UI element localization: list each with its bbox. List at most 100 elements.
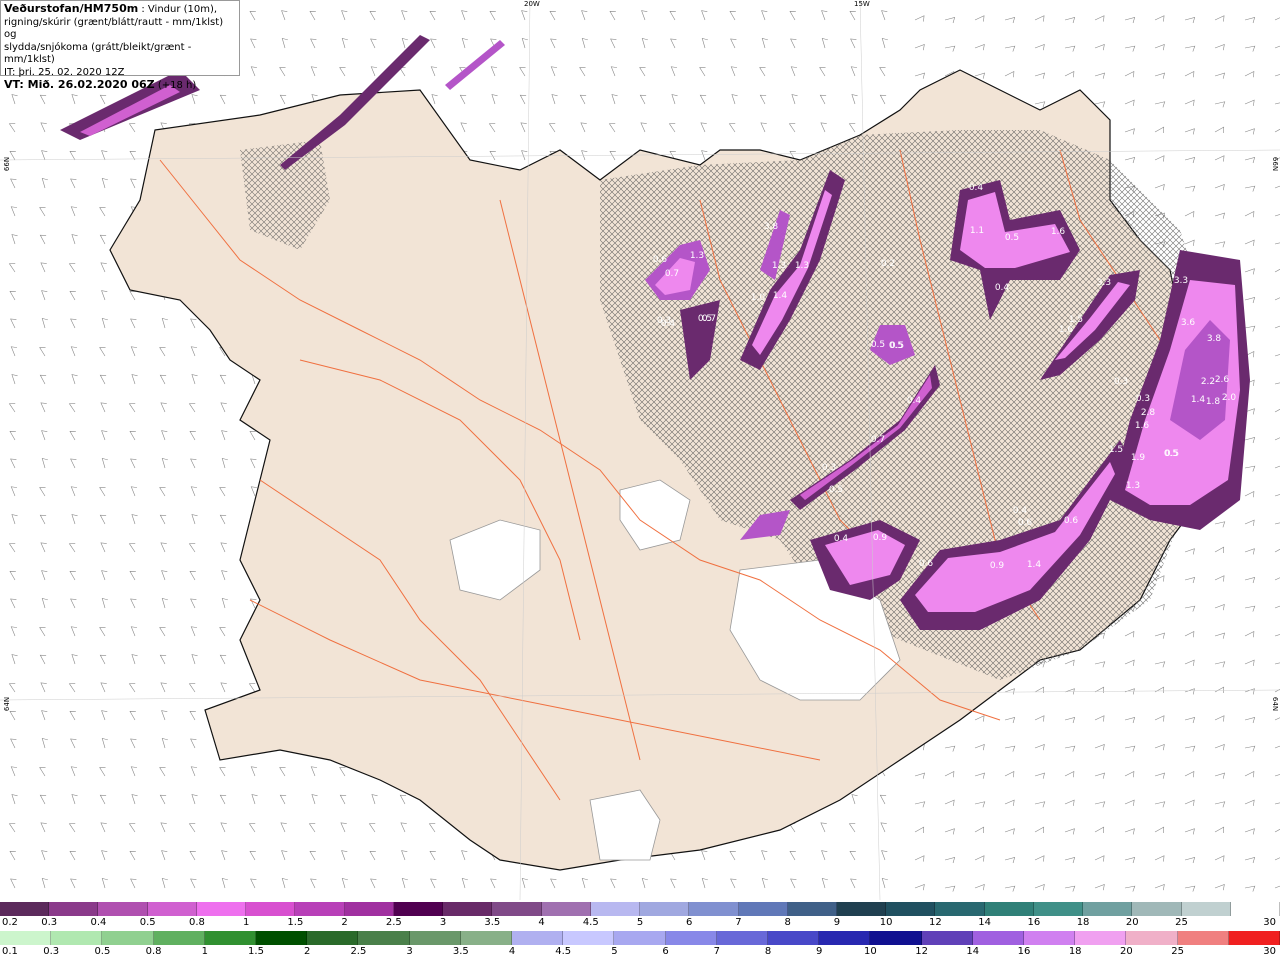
colorbar-cell	[1132, 902, 1182, 916]
colorbar-cell	[689, 902, 739, 916]
colorbar-tick-label: 3	[406, 946, 413, 957]
precip-value-label: 0.5	[871, 340, 885, 350]
colorbar-tick-label: 0.4	[90, 917, 107, 928]
precip-value-label: 0.4	[995, 283, 1010, 293]
colorbar-cell	[640, 902, 690, 916]
precip-value-label: 2.8	[1141, 408, 1156, 418]
valid-time: VT: Mið. 26.02.2020 06Z	[4, 78, 155, 91]
colorbar-tick-label: 12	[915, 946, 928, 957]
colorbar-cell	[307, 931, 359, 945]
lon-label-20w: 20W	[524, 0, 540, 8]
colorbar-cell	[358, 931, 410, 945]
colorbar-cell	[563, 931, 615, 945]
precip-value-label: 0.6	[919, 559, 934, 569]
legend-area: 0.2 0.3 0.4 0.5 0.8 1 1.5 2 2.5 3 3.5 4 4.5 5 6 7 8 9 10 12…	[0, 902, 1280, 960]
colorbar-cell	[665, 931, 717, 945]
precip-value-label: 0.3	[822, 463, 836, 473]
colorbar-cell	[460, 931, 513, 945]
colorbar-tick-label: 1	[242, 917, 250, 928]
colorbar-cell	[768, 931, 820, 945]
precip-value-label: 1.3	[772, 261, 786, 271]
precip-value-label: 0.5	[829, 485, 843, 495]
lat-label-64n-left: 64N	[3, 696, 12, 712]
colorbar-cell	[921, 931, 973, 945]
colorbar-cell	[409, 931, 461, 945]
precip-value-label: 0.5	[889, 341, 903, 351]
precip-value-label: 1.6	[1059, 325, 1074, 335]
colorbar-tick-label: 7	[735, 917, 742, 928]
precip-value-label: 0.9	[990, 561, 1005, 571]
precip-value-label: 1.0	[751, 293, 766, 303]
colorbar-cell	[512, 931, 564, 945]
colorbar-cell	[716, 931, 769, 945]
precip-value-label: 0.9	[873, 533, 888, 543]
precip-value-label: 1.4	[1027, 560, 1042, 570]
colorbar-tick-label: 1.5	[248, 946, 264, 957]
colorbar-cell	[1083, 902, 1133, 916]
colorbar-cell	[1181, 902, 1231, 916]
colorbar-tick-label: 2.5	[385, 917, 402, 928]
colorbar-tick-label: 9	[833, 917, 841, 928]
colorbar-tick-label: 8	[784, 917, 791, 928]
colorbar-cell	[0, 931, 52, 945]
colorbar-cell	[984, 902, 1034, 916]
map-title-box: Veðurstofan/HM750m : Vindur (10m), rigni…	[0, 0, 240, 91]
colorbar-tick-label: 30	[1263, 946, 1276, 957]
colorbar-tick-label: 7	[713, 946, 720, 957]
snow-colorbar	[0, 902, 1280, 916]
colorbar-cell	[1177, 931, 1229, 945]
colorbar-tick-label: 14	[966, 946, 980, 957]
colorbar-cell	[870, 931, 922, 945]
colorbar-tick-label: 9	[816, 946, 823, 957]
colorbar-tick-label: 2.5	[350, 946, 367, 957]
colorbar-cell	[295, 902, 345, 916]
colorbar-cell	[49, 902, 99, 916]
colorbar-tick-label: 12	[929, 917, 942, 928]
precip-value-label: 0.6	[1064, 516, 1079, 526]
colorbar-tick-label: 20	[1120, 946, 1133, 957]
precip-value-label: 0.5	[1165, 449, 1179, 459]
precip-value-label: 1.3	[795, 261, 809, 271]
map-subtitle-rain: rigning/skúrir (grænt/blátt/rautt - mm/1…	[4, 16, 224, 41]
colorbar-tick-label: 1.5	[287, 917, 304, 928]
colorbar-cell	[1126, 931, 1178, 945]
colorbar-cell	[972, 931, 1025, 945]
map-title-suffix: : Vindur (10m),	[138, 4, 218, 15]
snow-colorbar-ticks: 0.2 0.3 0.4 0.5 0.8 1 1.5 2 2.5 3 3.5 4 4.5 5 6 7 8 9 10 12…	[0, 917, 1280, 929]
colorbar-tick-label: 0.5	[94, 946, 111, 957]
colorbar-tick-label: 10	[864, 946, 877, 957]
colorbar-cell	[819, 931, 871, 945]
colorbar-tick-label: 0.3	[41, 917, 58, 928]
lat-label-64n-right: 64N	[1271, 696, 1280, 712]
colorbar-cell	[98, 902, 148, 916]
colorbar-cell	[153, 931, 205, 945]
colorbar-cell	[1228, 931, 1280, 945]
colorbar-tick-label: 8	[764, 946, 772, 957]
map-title: Veðurstofan/HM750m	[4, 2, 139, 15]
rain-colorbar-ticks: 0.1 0.3 0.5 0.8 1 1.5 2 2.5 3 3.5 4 4.5 5 6 7 8 9 10 12 14 1…	[0, 946, 1280, 958]
precip-value-label: 0.7	[702, 314, 716, 324]
colorbar-cell	[836, 902, 887, 916]
precip-value-label: 0.5	[1005, 233, 1019, 243]
colorbar-tick-label: 2	[304, 946, 311, 957]
colorbar-tick-label: 14	[978, 917, 991, 928]
colorbar-cell	[590, 902, 641, 916]
colorbar-cell	[51, 931, 103, 945]
colorbar-tick-label: 0.3	[43, 946, 60, 957]
precip-value-label: 2.6	[1215, 375, 1230, 385]
colorbar-cell	[935, 902, 985, 916]
colorbar-tick-label: 0.8	[145, 946, 162, 957]
colorbar-tick-label: 0.8	[188, 917, 205, 928]
precip-value-label: 0.3	[1114, 377, 1128, 387]
colorbar-tick-label: 20	[1125, 917, 1139, 928]
precip-value-label: 3.3	[1174, 276, 1188, 286]
colorbar-cell	[738, 902, 788, 916]
lat-label-66n-right: 66N	[1271, 156, 1280, 172]
colorbar-cell	[196, 902, 247, 916]
colorbar-cell	[256, 931, 308, 945]
colorbar-cell	[614, 931, 666, 945]
precip-value-label: 0.6	[1018, 518, 1033, 528]
precip-value-label: 3.8	[1207, 334, 1222, 344]
colorbar-tick-label: 4	[538, 917, 545, 928]
precip-value-label: 0.4	[1013, 506, 1028, 516]
